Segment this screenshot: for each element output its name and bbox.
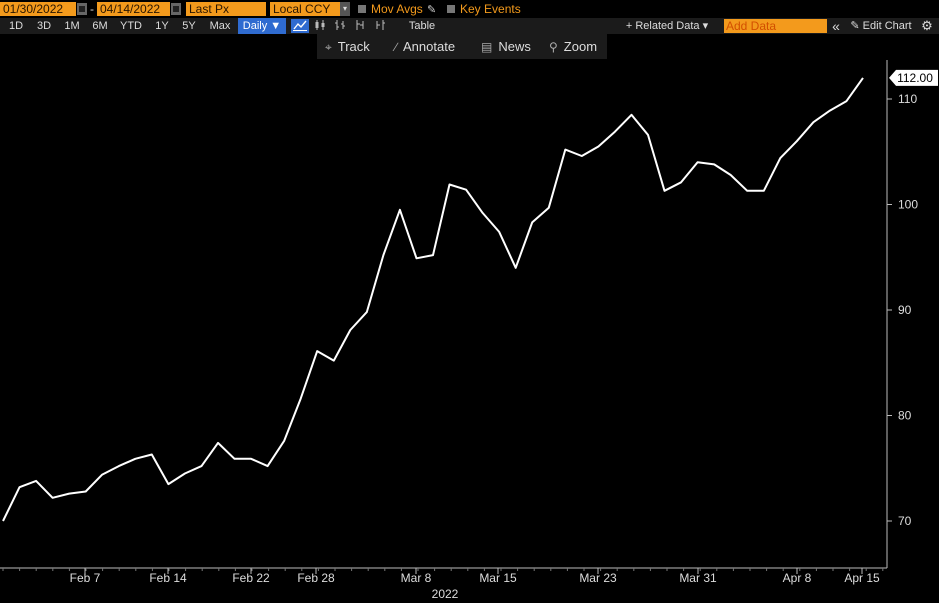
header-bar: 01/30/2022 - 04/14/2022 Last Px Local CC… <box>0 0 939 18</box>
price-line <box>2 77 864 522</box>
end-calendar-icon[interactable] <box>171 3 181 15</box>
last-price-label: 112.00 <box>897 71 933 85</box>
edit-mov-avgs-icon[interactable]: ✎ <box>427 3 436 16</box>
range-5y-button[interactable]: 5Y <box>179 18 199 34</box>
related-data-button[interactable]: + Related Data ▾ <box>620 18 714 34</box>
zoom-label: Zoom <box>563 39 598 54</box>
track-label: Track <box>337 39 370 54</box>
hlc-icon[interactable] <box>373 19 387 33</box>
range-max-button[interactable]: Max <box>206 18 234 34</box>
table-button[interactable]: Table <box>405 18 439 34</box>
range-1d-button[interactable]: 1D <box>6 18 26 34</box>
key-events-checkbox[interactable] <box>447 5 455 13</box>
x-tick-label: Mar 15 <box>479 571 517 585</box>
currency-select[interactable]: Local CCY <box>270 2 340 16</box>
collapse-icon[interactable]: « <box>829 18 843 34</box>
ohlc-icon[interactable] <box>353 19 367 33</box>
candlestick-icon[interactable] <box>313 19 327 33</box>
annotate-line-icon: ∕ <box>395 40 398 54</box>
x-tick-label: Feb 14 <box>149 571 187 585</box>
mov-avgs-label[interactable]: Mov Avgs <box>371 2 423 16</box>
currency-dropdown-icon[interactable]: ▾ <box>340 2 350 16</box>
y-tick-label: 100 <box>898 198 918 212</box>
frequency-select[interactable]: Daily ▼ <box>238 18 286 34</box>
range-ytd-button[interactable]: YTD <box>118 18 144 34</box>
end-date-field[interactable]: 04/14/2022 <box>97 2 170 16</box>
x-tick-label: Mar 23 <box>579 571 617 585</box>
magnifier-icon: ⚲ <box>549 40 558 54</box>
settings-gear-icon[interactable]: ⚙ <box>919 18 935 34</box>
price-chart[interactable]: 70 80 90 100 110 Feb 7 Feb 14 Feb 22 Feb 28 Mar 8… <box>0 60 939 603</box>
track-tool[interactable]: ⌖ Track <box>325 34 370 59</box>
zoom-tool[interactable]: ⚲ Zoom <box>549 34 597 59</box>
x-tick-label: Feb 22 <box>232 571 270 585</box>
crosshair-icon: ⌖ <box>325 40 332 54</box>
x-tick-label: Feb 28 <box>297 571 335 585</box>
news-icon: ▤ <box>481 40 493 54</box>
range-bar: 1D 3D 1M 6M YTD 1Y 5Y Max Daily ▼ Table … <box>0 18 939 34</box>
add-data-input[interactable]: Add Data <box>724 19 827 33</box>
x-tick-label: Apr 8 <box>783 571 812 585</box>
range-1y-button[interactable]: 1Y <box>152 18 172 34</box>
mov-avgs-checkbox[interactable] <box>358 5 366 13</box>
annotate-tool[interactable]: ∕ Annotate <box>395 34 455 59</box>
y-tick-label: 80 <box>898 409 912 423</box>
range-6m-button[interactable]: 6M <box>90 18 110 34</box>
start-date-field[interactable]: 01/30/2022 <box>0 2 76 16</box>
year-label: 2022 <box>432 587 459 601</box>
start-calendar-icon[interactable] <box>77 3 87 15</box>
y-tick-label: 90 <box>898 303 912 317</box>
news-label: News <box>498 39 531 54</box>
y-tick-label: 70 <box>898 514 912 528</box>
key-events-label[interactable]: Key Events <box>460 2 521 16</box>
x-tick-label: Apr 15 <box>844 571 880 585</box>
chart-toolbar: ⌖ Track ∕ Annotate ▤ News ⚲ Zoom <box>317 34 607 59</box>
price-field-select[interactable]: Last Px <box>186 2 266 16</box>
range-1m-button[interactable]: 1M <box>62 18 82 34</box>
x-tick-label: Mar 31 <box>679 571 717 585</box>
x-tick-label: Mar 8 <box>401 571 432 585</box>
range-3d-button[interactable]: 3D <box>34 18 54 34</box>
edit-chart-button[interactable]: ✎ Edit Chart <box>846 18 916 34</box>
date-separator: - <box>90 2 94 16</box>
news-tool[interactable]: ▤ News <box>481 34 531 59</box>
x-tick-label: Feb 7 <box>70 571 101 585</box>
y-tick-label: 110 <box>898 92 917 106</box>
bar-chart-icon[interactable] <box>333 19 347 33</box>
annotate-label: Annotate <box>403 39 456 54</box>
line-chart-icon[interactable] <box>291 19 309 33</box>
